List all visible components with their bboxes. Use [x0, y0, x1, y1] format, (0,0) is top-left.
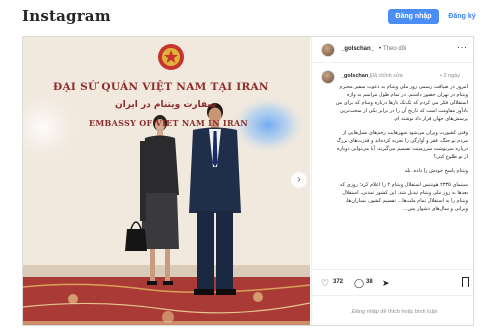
- bookmark-icon[interactable]: [462, 277, 469, 290]
- post-photo[interactable]: ĐẠI SỨ QUÁN VIỆT NAM TẠI IRAN سفارت ویتن…: [23, 37, 310, 325]
- login-prompt: Đăng nhập để thích hoặc bình luận.: [312, 295, 473, 325]
- comment-icon[interactable]: ◯: [354, 278, 364, 288]
- login-prompt-link[interactable]: Đăng nhập để thích hoặc bình luận.: [318, 309, 470, 315]
- share-icon[interactable]: ➤: [382, 278, 390, 288]
- follow-button[interactable]: Theo dõi: [383, 46, 406, 52]
- embassy-sign-english: EMBASSY OF VIET NAM IN IRAN: [89, 118, 249, 128]
- heart-icon[interactable]: ♡: [321, 278, 329, 288]
- embassy-sign-vietnamese: ĐẠI SỨ QUÁN VIỆT NAM TẠI IRAN: [53, 81, 269, 93]
- caption-paragraph: ویتنام پاسخ خودش را داده. بله: [404, 168, 468, 174]
- post-author-username[interactable]: _golschan_: [341, 46, 374, 52]
- post-header: _golschan_ • Theo dõi ···: [312, 37, 473, 63]
- post-caption: امروز در ضیافت رسمی روز ملی ویتنام به دع…: [332, 83, 468, 268]
- caption-paragraph: امروز در ضیافت رسمی روز ملی ویتنام به دع…: [335, 84, 468, 122]
- avatar[interactable]: [321, 43, 335, 57]
- caption-paragraph: سینمای ۲۳۳۵ هونتنس استقلال ویتنام ۲ را ا…: [340, 182, 468, 212]
- caption-avatar[interactable]: [321, 70, 335, 84]
- post-actions: ♡ 372 ◯ 38 ➤: [312, 269, 473, 293]
- edited-label: Đã chỉnh sửa: [370, 73, 403, 79]
- caption-paragraph: وقتی کشورت ویران می‌شود شهرهایت زخم‌های …: [336, 130, 468, 160]
- comment-count: 38: [366, 279, 373, 285]
- chevron-right-icon[interactable]: ›: [291, 172, 307, 188]
- top-navigation-bar: Instagram Đăng nhập Đăng ký: [0, 0, 500, 32]
- post-sidebar: _golschan_ • Theo dõi ··· _golschan_ Đã …: [311, 37, 473, 325]
- like-count: 372: [333, 279, 344, 285]
- post-card: ĐẠI SỨ QUÁN VIỆT NAM TẠI IRAN سفارت ویتن…: [22, 36, 474, 326]
- post-time: • 2 ngày: [440, 73, 460, 79]
- more-options-icon[interactable]: ···: [457, 42, 468, 52]
- signup-button[interactable]: Đăng ký: [443, 9, 481, 24]
- separator-dot: •: [379, 46, 382, 52]
- login-button[interactable]: Đăng nhập: [388, 9, 439, 24]
- instagram-logo[interactable]: Instagram: [22, 7, 111, 25]
- embassy-sign-persian: سفارت ویتنام در ایران: [115, 100, 217, 110]
- caption-username[interactable]: _golschan_: [341, 73, 371, 79]
